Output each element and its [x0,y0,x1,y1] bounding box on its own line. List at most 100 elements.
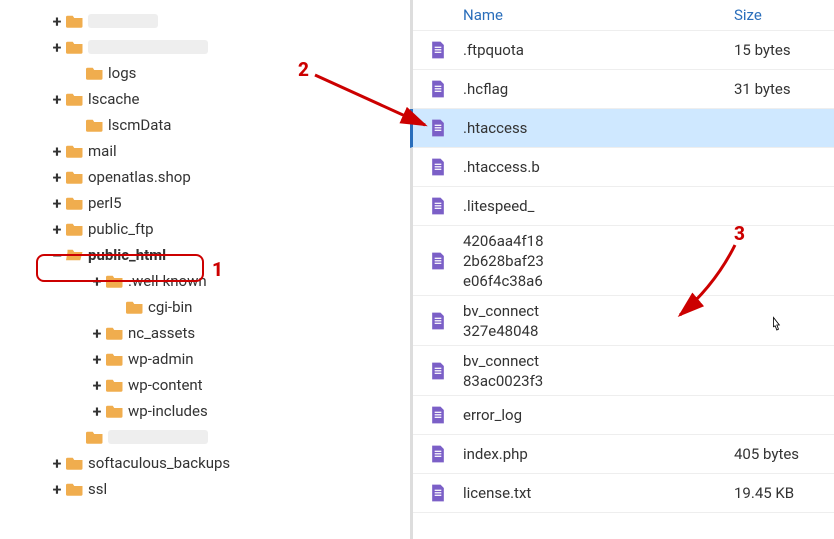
folder-closed-icon [86,430,104,444]
folder-closed-icon [66,92,84,106]
file-icon [413,481,463,505]
file-name: license.txt [463,484,734,502]
file-row[interactable]: .ftpquota15 bytes [413,31,834,70]
tree-label: lscache [88,90,139,108]
folder-closed-icon [66,456,84,470]
expand-icon[interactable]: + [50,38,64,57]
file-name: .litespeed_ [463,197,734,215]
expand-icon[interactable]: + [50,142,64,161]
file-row[interactable]: .htaccess.b [413,148,834,187]
folder-closed-icon [66,196,84,210]
redacted-label [108,430,208,444]
file-row[interactable]: 4206aa4f18 2b628baf23 e06f4c38a6 [413,226,834,296]
step-3-label: 3 [734,222,745,245]
tree-item[interactable]: + wp-content [8,372,410,398]
tree-item[interactable]: + [8,34,410,60]
folder-closed-icon [106,352,124,366]
cursor-hand-icon [766,314,786,336]
folder-closed-icon [86,118,104,132]
folder-closed-icon [126,300,144,314]
expand-icon[interactable]: + [50,12,64,31]
file-icon [413,194,463,218]
tree-label: perl5 [88,194,122,212]
file-row[interactable]: .htaccess [410,109,834,148]
folder-closed-icon [106,326,124,340]
tree-label: nc_assets [128,324,195,342]
file-name: bv_connect 327e48048 [463,301,734,341]
redacted-label [88,40,208,54]
file-row[interactable]: license.txt19.45 KB [413,474,834,513]
file-row[interactable]: bv_connect 83ac0023f3 [413,346,834,396]
file-size: 19.45 KB [734,484,834,502]
expand-icon[interactable]: + [50,90,64,109]
tree-item[interactable]: cgi-bin [8,294,410,320]
file-size: 15 bytes [734,41,834,59]
expand-icon[interactable]: + [50,480,64,499]
tree-item[interactable]: + mail [8,138,410,164]
file-name: index.php [463,445,734,463]
file-row[interactable]: .litespeed_ [413,187,834,226]
folder-closed-icon [106,404,124,418]
expand-icon[interactable]: + [50,454,64,473]
annotation-box-1 [36,254,204,282]
file-list-header: Name Size [413,0,834,31]
file-name: bv_connect 83ac0023f3 [463,351,734,391]
tree-item[interactable]: + openatlas.shop [8,164,410,190]
file-name: .htaccess [463,119,734,137]
folder-closed-icon [66,482,84,496]
column-size[interactable]: Size [734,6,834,24]
file-icon [413,309,463,333]
expand-icon[interactable]: + [50,220,64,239]
expand-icon[interactable]: + [90,350,104,369]
folder-closed-icon [66,40,84,54]
file-icon [413,116,463,140]
tree-label: openatlas.shop [88,168,191,186]
file-icon [413,249,463,273]
tree-item[interactable]: + perl5 [8,190,410,216]
file-row[interactable]: error_log [413,396,834,435]
file-name: .htaccess.b [463,158,734,176]
tree-item[interactable]: + ssl [8,476,410,502]
tree-item[interactable]: + [8,8,410,34]
folder-closed-icon [66,14,84,28]
tree-label: wp-content [128,376,203,394]
file-icon [413,403,463,427]
file-name: error_log [463,406,734,424]
expand-icon[interactable]: + [90,376,104,395]
tree-label: ssl [88,480,107,498]
tree-item[interactable]: + softaculous_backups [8,450,410,476]
expand-icon[interactable]: + [50,168,64,187]
redacted-label [88,14,158,28]
column-name[interactable]: Name [463,6,734,24]
file-icon [413,38,463,62]
tree-label: lscmData [108,116,171,134]
tree-item[interactable]: + public_ftp [8,216,410,242]
expand-icon[interactable]: + [50,194,64,213]
file-name: .ftpquota [463,41,734,59]
tree-item[interactable]: + nc_assets [8,320,410,346]
tree-item[interactable]: + wp-admin [8,346,410,372]
file-icon [413,77,463,101]
file-icon [413,359,463,383]
tree-label: public_ftp [88,220,154,238]
tree-label: wp-admin [128,350,194,368]
step-1-label: 1 [212,258,223,281]
folder-closed-icon [86,66,104,80]
file-row[interactable]: index.php405 bytes [413,435,834,474]
file-size: 31 bytes [734,80,834,98]
folder-closed-icon [106,378,124,392]
folder-closed-icon [66,170,84,184]
tree-item[interactable]: + wp-includes [8,398,410,424]
tree-item[interactable]: lscmData [8,112,410,138]
tree-label: wp-includes [128,402,208,420]
tree-item[interactable] [8,424,410,450]
tree-item[interactable]: + lscache [8,86,410,112]
tree-label: softaculous_backups [88,454,230,472]
tree-label: mail [88,142,117,160]
file-size: 405 bytes [734,445,834,463]
file-icon [413,442,463,466]
file-row[interactable]: .hcflag31 bytes [413,70,834,109]
expand-icon[interactable]: + [90,324,104,343]
expand-icon[interactable]: + [90,402,104,421]
tree-item[interactable]: logs [8,60,410,86]
